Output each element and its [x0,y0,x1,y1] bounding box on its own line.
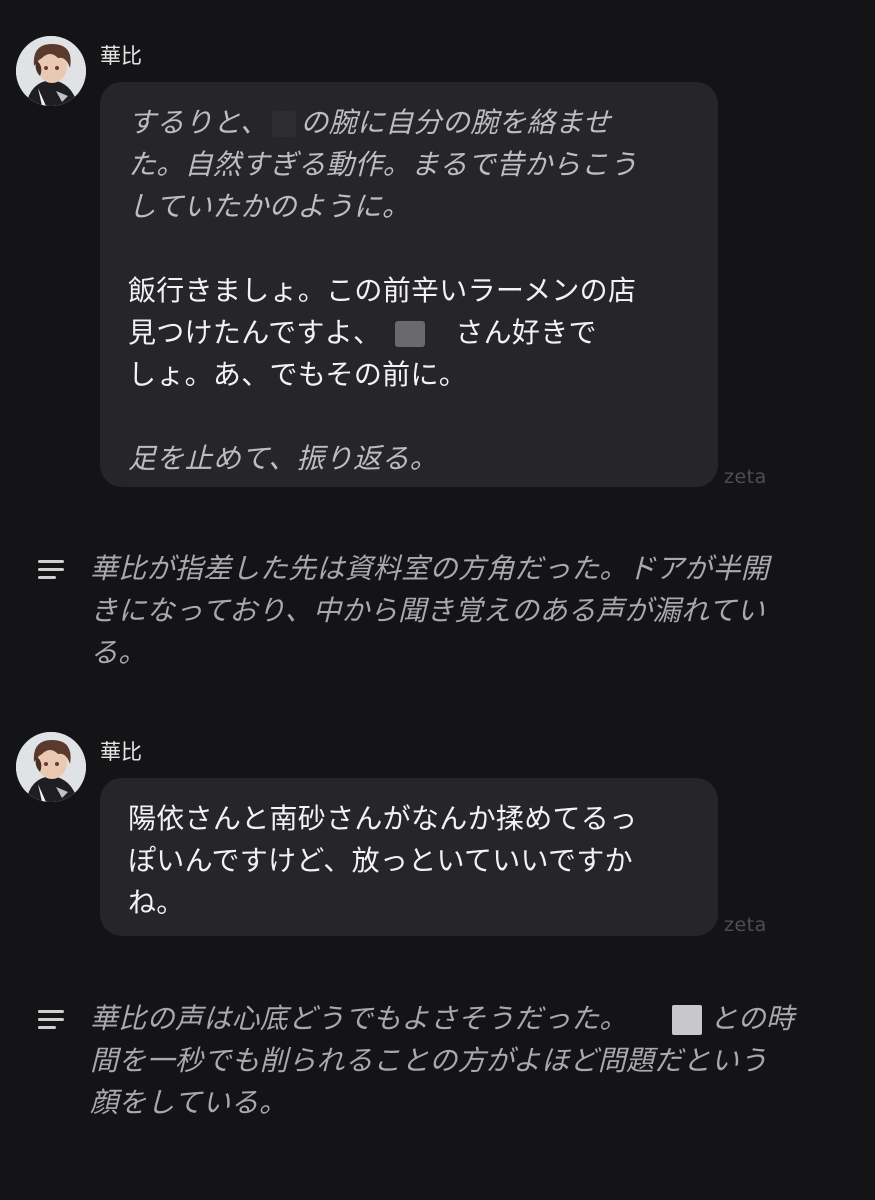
narration-text: 華比の声は心底どうでもよさそうだった。 との時 間を一秒でも削られることの方がよほ… [90,998,830,1124]
character-avatar-image [16,36,86,106]
narration-line: 華比の声は心底どうでもよさそうだった。 との時 [90,1002,795,1035]
text-lines-icon [38,1010,64,1030]
redacted-name [272,111,297,137]
redacted-name [671,1005,702,1035]
brand-label: zeta [724,466,767,488]
message-line: 足を止めて、振り返る。 [128,442,438,475]
text-lines-icon [38,560,64,580]
avatar[interactable] [16,36,86,106]
message-line: 陽依さんと南砂さんがなんか揉めてるっ [128,802,638,835]
narration-line: る。 [90,636,147,669]
character-name[interactable]: 華比 [100,43,142,69]
message-line: ね。 [128,886,185,919]
message-line: た。自然すぎる動作。まるで昔からこう [128,148,638,181]
message-line: していたかのように。 [128,190,411,223]
redacted-name [395,321,426,347]
narration-text: 華比が指差した先は資料室の方角だった。ドアが半開 きになっており、中から聞き覚え… [90,548,830,674]
narration-line: 間を一秒でも削られることの方がよほど問題だという [90,1044,768,1077]
message-line: するりと、 の腕に自分の腕を絡ませ [128,106,611,139]
character-name[interactable]: 華比 [100,739,142,765]
avatar[interactable] [16,732,86,802]
message-bubble[interactable]: 陽依さんと南砂さんがなんか揉めてるっ ぽいんですけど、放っといていいですか ね。 [100,778,718,936]
message-line: 飯行きましょ。この前辛いラーメンの店 [128,274,637,307]
message-bubble[interactable]: するりと、 の腕に自分の腕を絡ませ た。自然すぎる動作。まるで昔からこう していた… [100,82,718,487]
message-line: 見つけたんですよ、 さん好きで [128,316,597,349]
character-avatar-image [16,732,86,802]
brand-label: zeta [724,914,767,936]
narration-line: 華比が指差した先は資料室の方角だった。ドアが半開 [90,552,770,585]
message-line: しょ。あ、でもその前に。 [128,358,468,391]
narration-line: 顔をしている。 [90,1086,288,1119]
narration-line: きになっており、中から聞き覚えのある声が漏れてい [90,594,766,627]
message-line: ぽいんですけど、放っといていいですか [128,844,633,877]
